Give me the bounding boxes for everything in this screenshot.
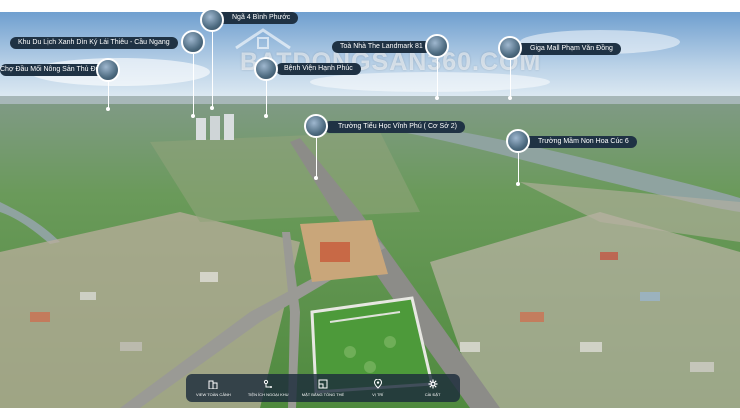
toolbar-label: TIỆN ÍCH NGOẠI KHU	[247, 392, 289, 397]
toolbar-label: MẶT BẰNG TỔNG THỂ	[301, 392, 345, 397]
poi-thumbnail-icon	[200, 8, 224, 32]
building-icon	[208, 380, 218, 389]
toolbar-location[interactable]: VỊ TRÍ	[353, 379, 403, 397]
poi-label: Trường Tiểu Học Vĩnh Phú ( Cơ Sở 2)	[324, 121, 465, 133]
bottom-toolbar: VIEW TOÀN CẢNH TIỆN ÍCH NGOẠI KHU MẶT BẰ…	[186, 374, 460, 402]
poi-label: Bệnh Viện Hạnh Phúc	[276, 63, 361, 75]
poi-label: Ngã 4 Bình Phước	[212, 12, 299, 24]
poi-thumbnail-icon	[506, 129, 530, 153]
location-icon	[373, 379, 382, 389]
virtual-tour-viewer[interactable]: BATDONGSAN360.COM Ngã 4 Bình Phước Khu D…	[0, 0, 740, 420]
map-route-icon	[264, 379, 273, 388]
toolbar-label: CÀI ĐẶT	[424, 392, 441, 397]
poi-thumbnail-icon	[304, 114, 328, 138]
poi-thumbnail-icon	[96, 58, 120, 82]
poi-thumbnail-icon	[498, 36, 522, 60]
watermark-house-icon	[235, 28, 291, 50]
toolbar-view-panorama[interactable]: VIEW TOÀN CẢNH	[188, 379, 238, 397]
gear-icon	[428, 379, 438, 389]
toolbar-masterplan[interactable]: MẶT BẰNG TỔNG THỂ	[298, 379, 348, 397]
toolbar-label: VỊ TRÍ	[372, 392, 384, 397]
poi-label: Chợ Đầu Mối Nông Sản Thủ Đức	[0, 64, 112, 76]
floorplan-icon	[318, 379, 328, 389]
poi-thumbnail-icon	[425, 34, 449, 58]
toolbar-settings[interactable]: CÀI ĐẶT	[408, 379, 458, 397]
poi-label: Toà Nhà The Landmark 81	[332, 41, 431, 53]
poi-thumbnail-icon	[254, 57, 278, 81]
poi-label: Giga Mall Phạm Văn Đồng	[516, 43, 621, 55]
toolbar-label: VIEW TOÀN CẢNH	[196, 392, 231, 397]
poi-thumbnail-icon	[181, 30, 205, 54]
poi-label: Trường Mầm Non Hoa Cúc 6	[524, 136, 637, 148]
toolbar-amenities[interactable]: TIỆN ÍCH NGOẠI KHU	[243, 379, 293, 397]
poi-label: Khu Du Lịch Xanh Dìn Ký Lái Thiêu - Cầu …	[10, 37, 178, 49]
